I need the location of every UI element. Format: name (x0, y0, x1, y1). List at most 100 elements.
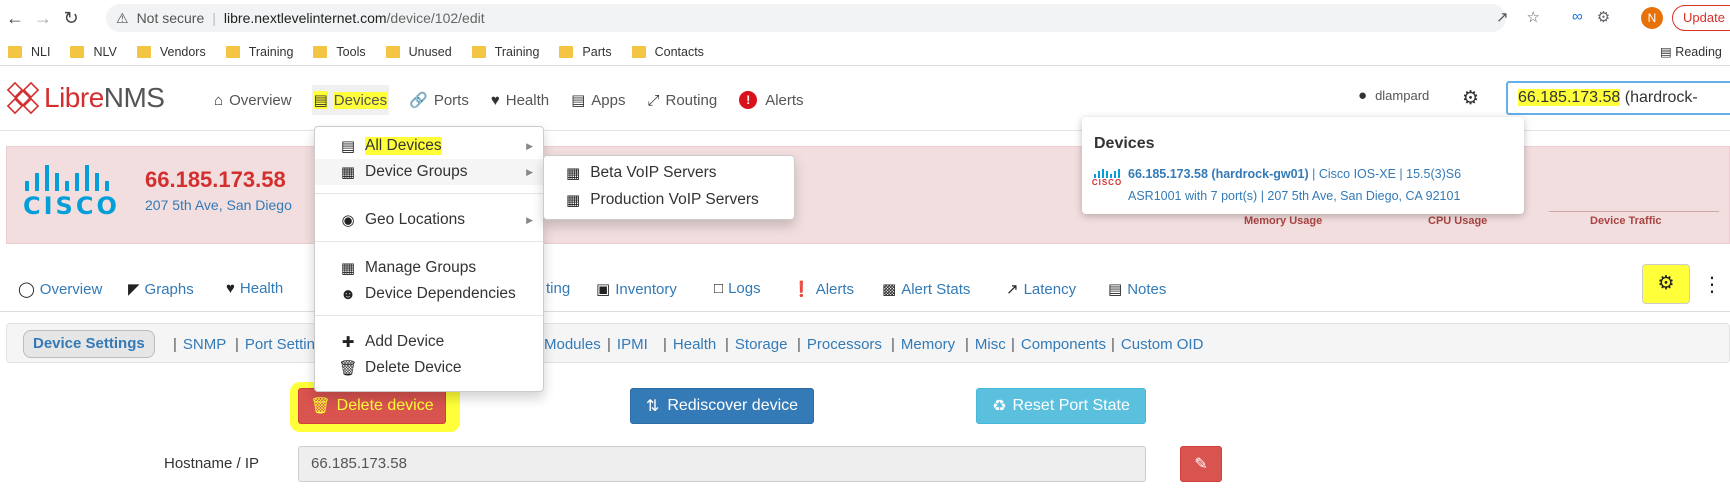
submenu-production-voip[interactable]: ▦ Production VoIP Servers (566, 191, 759, 209)
settings-gear-icon[interactable]: ⚙ (1462, 87, 1479, 110)
warning-icon[interactable]: ⚠ (116, 10, 129, 27)
memory-usage-label[interactable]: Memory Usage (1244, 215, 1322, 227)
device-settings-gear-icon[interactable]: ⚙ (1642, 264, 1690, 304)
menu-add-device[interactable]: ✚ Add Device (315, 329, 543, 355)
back-icon[interactable]: ← (2, 8, 28, 29)
tab-graphs[interactable]: ◤ Graphs (128, 280, 194, 299)
device-title[interactable]: 66.185.173.58 (145, 167, 286, 193)
librenms-logo[interactable]: LibreNMS (6, 81, 165, 115)
bookmarks-bar: NLI NLV Vendors Training Tools Unused Tr… (0, 38, 1730, 66)
delete-device-button[interactable]: 🗑 Delete device (298, 388, 446, 424)
folder-icon (136, 45, 151, 58)
subnav-health[interactable]: | Health (663, 336, 716, 353)
subnav-port-settings[interactable]: | Port Settin (235, 336, 315, 353)
subnav-custom-oid[interactable]: | Custom OID (1111, 336, 1203, 353)
submenu-beta-voip[interactable]: ▦ Beta VoIP Servers (566, 164, 717, 182)
rediscover-device-button[interactable]: ⇅ Rediscover device (630, 388, 814, 424)
hostname-field[interactable]: 66.185.173.58 (298, 446, 1146, 482)
subnav-ipmi[interactable]: | IPMI (607, 336, 648, 353)
subnav-modules[interactable]: Modules (544, 336, 601, 353)
tab-logs[interactable]: □ Logs (714, 280, 761, 297)
trash-icon: 🗑 (310, 398, 331, 415)
subnav-misc[interactable]: | Misc (965, 336, 1006, 353)
cisco-logo: CISCO (23, 163, 133, 220)
star-icon[interactable]: ☆ (1527, 8, 1540, 26)
menu-device-dependencies[interactable]: ☻ Device Dependencies (315, 281, 543, 307)
nav-health[interactable]: ♥ Health (489, 85, 551, 115)
user-menu[interactable]: ● dlampard (1358, 87, 1429, 104)
area-chart-icon: ◤ (128, 281, 140, 298)
nav-routing[interactable]: ⤢ Routing (645, 85, 719, 115)
forward-icon[interactable]: → (30, 8, 56, 29)
global-search-input[interactable]: 66.185.173.58 (hardrock- (1506, 81, 1730, 115)
tab-routing[interactable]: ting (546, 280, 570, 297)
bookmark-item[interactable]: Parts (559, 45, 612, 59)
bookmark-label: NLV (93, 44, 117, 59)
submenu-label: Production VoIP Servers (590, 191, 759, 208)
table-icon: ▦ (566, 165, 581, 182)
menu-manage-groups[interactable]: ▦ Manage Groups (315, 255, 543, 281)
extension-icon[interactable]: ∞ (1572, 8, 1583, 26)
tab-alerts[interactable]: ❗ Alerts (792, 280, 854, 299)
tab-label: Notes (1127, 280, 1167, 298)
menu-divider (315, 315, 543, 316)
subnav-processors[interactable]: | Processors (797, 336, 882, 353)
address-icons: ↗ ☆ (1496, 8, 1540, 26)
search-result-item[interactable]: 66.185.173.58 (hardrock-gw01) | Cisco IO… (1128, 167, 1461, 181)
device-address[interactable]: 207 5th Ave, San Diego (145, 197, 292, 213)
tab-overview[interactable]: ◯ Overview (18, 280, 102, 299)
tab-latency[interactable]: ↗ Latency (1006, 280, 1077, 299)
nav-overview[interactable]: ⌂ Overview (212, 85, 294, 115)
tab-alert-stats[interactable]: ▩ Alert Stats (882, 280, 970, 299)
url-path: /device/102/edit (386, 10, 485, 26)
subnav-components[interactable]: | Components (1011, 336, 1106, 353)
device-traffic-label[interactable]: Device Traffic (1590, 215, 1662, 227)
subnav-memory[interactable]: | Memory (891, 336, 955, 353)
result-details[interactable]: ASR1001 with 7 port(s) | 207 5th Ave, Sa… (1128, 189, 1460, 203)
cpu-usage-label[interactable]: CPU Usage (1428, 215, 1487, 227)
more-options-icon[interactable]: ⋮ (1702, 272, 1722, 297)
cisco-bars-icon (1090, 169, 1124, 178)
subnav-snmp[interactable]: | SNMP (173, 336, 226, 353)
submenu-label: Beta VoIP Servers (590, 164, 717, 181)
bookmark-item[interactable]: Contacts (631, 45, 704, 59)
folder-icon (471, 45, 486, 58)
update-button[interactable]: Update (1672, 5, 1730, 31)
extension-icons: ∞ ⚙ (1572, 8, 1610, 26)
bookmark-item[interactable]: Training (471, 45, 539, 59)
tab-inventory[interactable]: ▣ Inventory (596, 280, 677, 299)
tab-label: Latency (1023, 280, 1077, 298)
share-icon[interactable]: ↗ (1496, 8, 1509, 26)
plus-icon: ✚ (341, 334, 355, 351)
menu-delete-device[interactable]: 🗑 Delete Device (315, 355, 543, 381)
menu-device-groups[interactable]: ▦ Device Groups ▶ (315, 159, 543, 185)
bookmark-item[interactable]: Vendors (136, 45, 206, 59)
graph-divider (1549, 211, 1719, 212)
reload-icon[interactable]: ↻ (58, 8, 84, 29)
nav-devices[interactable]: ▤ Devices (311, 85, 390, 115)
tab-health[interactable]: ♥ Health (226, 280, 283, 297)
subnav-device-settings[interactable]: Device Settings (23, 330, 155, 358)
reading-list[interactable]: ▤ Reading (1660, 44, 1722, 59)
search-highlight-text: 66.185.173.58 (1518, 89, 1621, 106)
reset-port-state-button[interactable]: ♻ Reset Port State (976, 388, 1146, 424)
profile-avatar[interactable]: N (1641, 7, 1663, 29)
nav-apps[interactable]: ▤ Apps (569, 85, 627, 115)
nav-ports[interactable]: 🔗 Ports (407, 85, 471, 115)
bookmark-item[interactable]: NLI (8, 45, 50, 59)
nav-alerts[interactable]: ! Alerts (737, 85, 805, 115)
menu-all-devices[interactable]: ▤ All Devices ▶ (315, 133, 543, 159)
bookmark-item[interactable]: Training (225, 45, 293, 59)
menu-geo-locations[interactable]: ◉ Geo Locations ▶ (315, 207, 543, 233)
subnav-label: Misc (974, 336, 1006, 353)
lightbulb-icon: ◯ (18, 281, 35, 298)
bookmark-item[interactable]: NLV (70, 44, 117, 59)
subnav-storage[interactable]: | Storage (725, 336, 787, 353)
puzzle-icon[interactable]: ⚙ (1597, 8, 1610, 26)
edit-hostname-button[interactable]: ✎ (1180, 446, 1222, 482)
bookmark-item[interactable]: Tools (313, 45, 366, 59)
tab-notes[interactable]: ▤ Notes (1108, 280, 1167, 299)
bookmark-item[interactable]: Unused (385, 45, 452, 59)
address-bar[interactable]: ⚠ Not secure | libre.nextlevelinternet.c… (106, 4, 1506, 32)
line-chart-icon: ↗ (1006, 281, 1019, 298)
